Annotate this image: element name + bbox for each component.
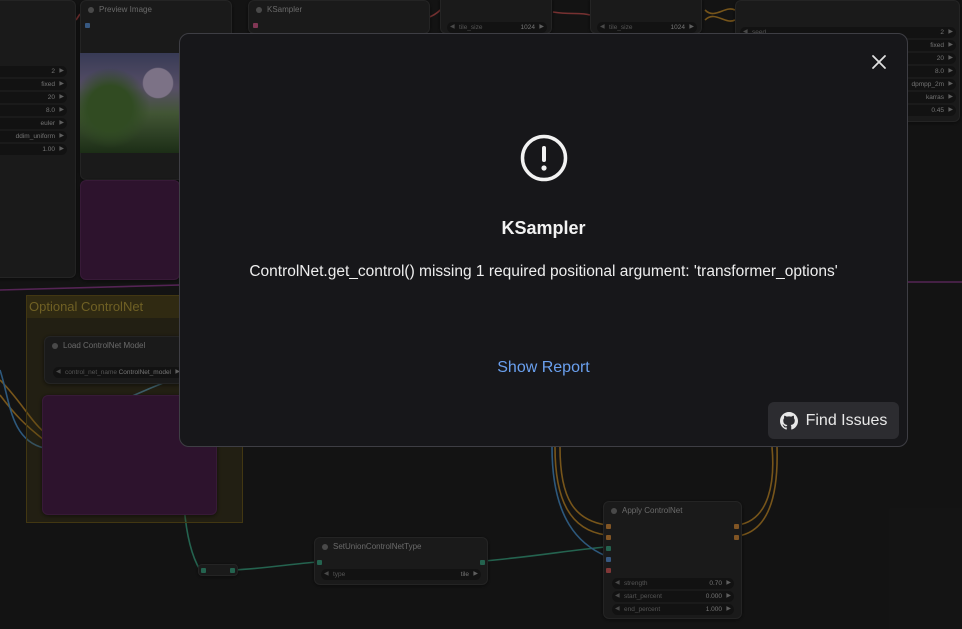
- exclamation-circle-icon: [520, 134, 568, 182]
- find-issues-label: Find Issues: [805, 411, 888, 429]
- error-message: ControlNet.get_control() missing 1 requi…: [249, 263, 838, 280]
- close-icon[interactable]: [869, 52, 889, 72]
- find-issues-button[interactable]: Find Issues: [768, 402, 899, 439]
- error-title: KSampler: [501, 218, 586, 238]
- github-icon: [779, 411, 798, 430]
- show-report-link[interactable]: Show Report: [180, 359, 907, 377]
- error-dialog: KSampler ControlNet.get_control() missin…: [179, 33, 908, 447]
